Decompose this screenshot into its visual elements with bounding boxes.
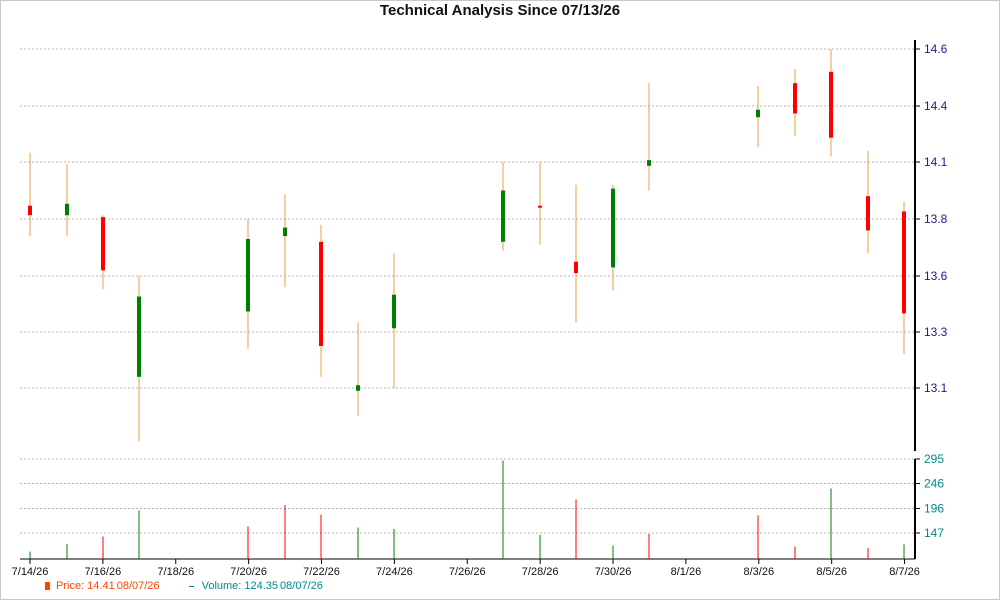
- price-swatch-icon: [45, 582, 50, 591]
- candle-body: [793, 83, 797, 114]
- volume-swatch-icon: [188, 585, 194, 587]
- x-tick-label: 8/1/26: [671, 566, 702, 578]
- x-tick-label: 7/18/26: [157, 566, 194, 578]
- candle-body: [137, 296, 141, 377]
- x-tick-label: 8/7/26: [889, 566, 920, 578]
- candle-body: [574, 261, 578, 274]
- price-tick-label: 13.3: [924, 325, 948, 339]
- candle-body: [65, 203, 69, 216]
- candle-body: [756, 109, 760, 118]
- price-tick-label: 13.8: [924, 212, 948, 226]
- candle-body: [611, 188, 615, 268]
- price-tick-label: 14.4: [924, 99, 948, 113]
- x-tick-label: 8/3/26: [744, 566, 775, 578]
- chart-plot: 14.6 14.4 14.1 13.8 13.6 13.3 13.1 295 246 196 147…: [12, 40, 948, 578]
- legend-volume-date: 08/07/26: [280, 580, 323, 592]
- candle-body: [28, 205, 32, 216]
- legend-item-price: Price: 14.41 08/07/26: [45, 580, 160, 592]
- volume-tick-label: 147: [924, 526, 944, 540]
- price-tick-label: 13.1: [924, 381, 948, 395]
- candle-body: [647, 160, 651, 166]
- candle-body: [356, 385, 360, 391]
- x-tick-label: 7/20/26: [230, 566, 267, 578]
- candle-body: [246, 238, 250, 312]
- candle-body: [501, 190, 505, 242]
- legend-price-date: 08/07/26: [116, 580, 160, 592]
- candle-body: [538, 205, 542, 208]
- x-tick-label: 7/28/26: [522, 566, 559, 578]
- candle-body: [101, 217, 105, 271]
- x-tick-label: 7/26/26: [449, 566, 486, 578]
- candle-body: [902, 211, 906, 314]
- volume-tick-label: 246: [924, 477, 944, 491]
- x-tick-label: 7/14/26: [12, 566, 49, 578]
- candle-body: [319, 241, 323, 346]
- price-tick-label: 14.6: [924, 42, 948, 56]
- legend-item-volume: Volume: 124.35 08/07/26: [188, 580, 323, 592]
- legend-price-label: Price: 14.41: [56, 580, 115, 592]
- volume-tick-label: 196: [924, 502, 944, 516]
- candle-body: [392, 294, 396, 329]
- legend-volume-label: Volume: 124.35: [201, 580, 279, 592]
- x-tick-label: 7/24/26: [376, 566, 413, 578]
- x-tick-label: 7/22/26: [303, 566, 340, 578]
- price-tick-label: 14.1: [924, 155, 948, 169]
- x-tick-label: 7/16/26: [85, 566, 122, 578]
- volume-tick-label: 295: [924, 452, 944, 466]
- candle-body: [829, 71, 833, 138]
- legend: Price: 14.41 08/07/26 Volume: 124.35 08/07…: [45, 580, 349, 592]
- price-tick-label: 13.6: [924, 269, 948, 283]
- x-tick-label: 8/5/26: [816, 566, 847, 578]
- candle-body: [283, 227, 287, 237]
- candle-body: [866, 196, 870, 231]
- x-tick-label: 7/30/26: [595, 566, 632, 578]
